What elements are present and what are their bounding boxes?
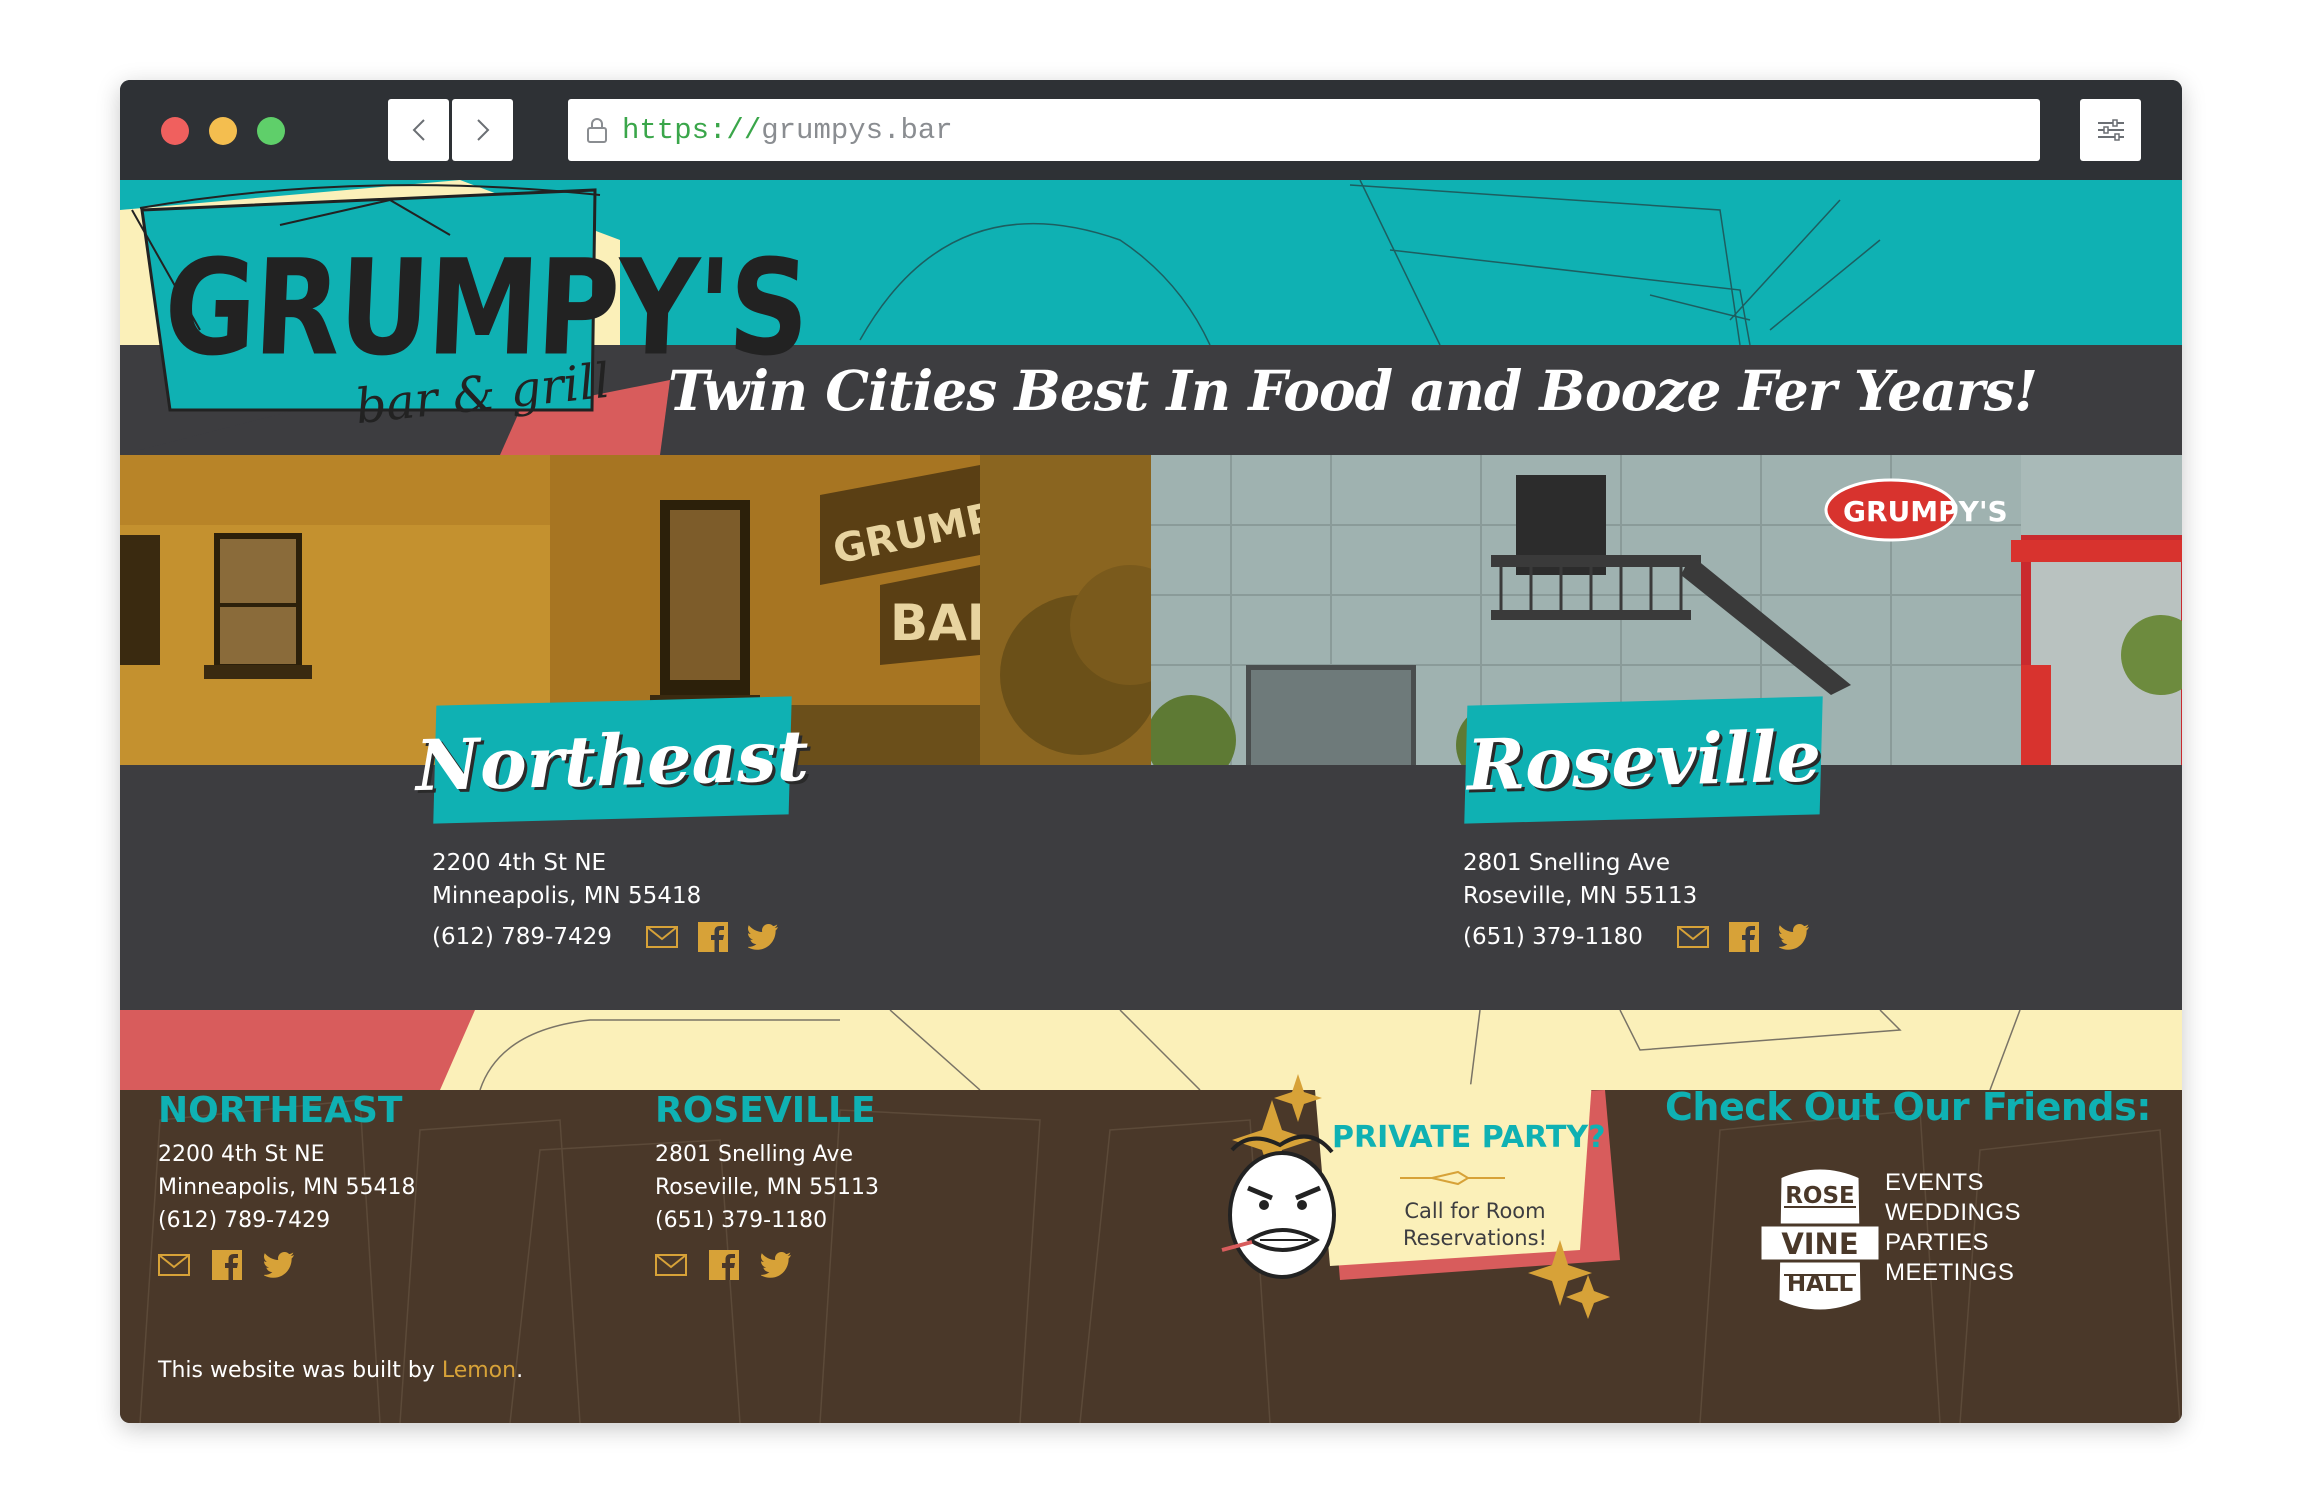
footer-roseville-line2: Roseville, MN 55113 [655,1175,880,1200]
credit-suffix: . [516,1358,524,1383]
browser-toolbar: https://grumpys.bar [120,80,2182,180]
lock-icon [586,116,608,144]
rvh-logo-line2: VINE [1781,1227,1859,1261]
site-credit: This website was built by Lemon. [158,1358,523,1383]
northeast-phone[interactable]: (612) 789-7429 [432,924,612,950]
address-bar[interactable]: https://grumpys.bar [568,99,2040,161]
private-party-title: PRIVATE PARTY? [1332,1120,1606,1155]
tagline: Twin Cities Best In Food and Booze Fer Y… [668,358,2038,423]
northeast-address-line2: Minneapolis, MN 55418 [432,883,702,909]
svg-text:GRUMPY'S: GRUMPY'S [1843,495,2008,528]
northeast-badge[interactable]: Northeast [415,696,810,824]
footer-northeast-heading: NORTHEAST [158,1090,403,1131]
forward-button[interactable] [452,99,513,161]
rvh-service-item: PARTIES [1885,1229,1989,1256]
northeast-badge-label: Northeast [415,713,811,807]
rose-vine-hall-logo[interactable]: ROSE VINE HALL [1758,1163,1882,1315]
northeast-address-line1: 2200 4th St NE [432,850,607,876]
rose-vine-hall-services[interactable]: EVENTS WEDDINGS PARTIES MEETINGS [1885,1168,2021,1288]
twitter-icon[interactable] [761,1252,791,1278]
footer-roseville-phone[interactable]: (651) 379-1180 [655,1204,879,1237]
footer-northeast-social [158,1250,294,1280]
mail-icon[interactable] [1676,926,1709,948]
facebook-icon[interactable] [212,1250,242,1280]
settings-icon [2097,119,2124,141]
forward-icon [476,119,489,141]
grumpy-face-icon [1221,1134,1336,1279]
footer-roseville-heading: ROSEVILLE [655,1090,876,1131]
browser-window: https://grumpys.bar GRUMPY'S bar & grill… [120,80,2182,1423]
settings-button[interactable] [2080,99,2141,161]
twitter-icon[interactable] [747,924,778,950]
footer-roseville-social [655,1250,791,1280]
footer-northeast-info: 2200 4th St NE Minneapolis, MN 55418 (61… [158,1138,416,1237]
rvh-logo-line3: HALL [1786,1271,1854,1297]
minimize-window-button[interactable] [209,117,237,145]
mail-icon[interactable] [645,926,678,948]
url-host: grumpys.bar [761,113,953,147]
private-party-promo[interactable]: PRIVATE PARTY? Call for Room Reservation… [1220,1070,1690,1330]
footer-northeast-phone[interactable]: (612) 789-7429 [158,1204,416,1237]
roseville-badge[interactable]: Roseville [1464,696,1823,824]
facebook-icon[interactable] [1728,922,1759,952]
rvh-service-item: EVENTS [1885,1169,1985,1196]
roseville-address-line1: 2801 Snelling Ave [1463,850,1670,876]
footer-roseville-line1: 2801 Snelling Ave [655,1142,853,1167]
twitter-icon[interactable] [264,1252,294,1278]
credit-link[interactable]: Lemon [442,1358,516,1383]
roseville-phone[interactable]: (651) 379-1180 [1463,924,1643,950]
back-button[interactable] [388,99,449,161]
rvh-service-item: MEETINGS [1885,1259,2015,1286]
roseville-address-line2: Roseville, MN 55113 [1463,883,1698,909]
close-window-button[interactable] [161,117,189,145]
northeast-address: 2200 4th St NE Minneapolis, MN 55418 [432,847,701,913]
rvh-service-item: WEDDINGS [1885,1199,2021,1226]
friends-heading: Check Out Our Friends: [1665,1085,2151,1129]
credit-prefix: This website was built by [158,1358,442,1383]
maximize-window-button[interactable] [257,117,285,145]
decorative-band [120,1010,2182,1090]
private-party-subtitle: Call for Room Reservations! [1403,1199,1547,1250]
roseville-badge-label: Roseville [1465,713,1822,807]
roseville-address: 2801 Snelling Ave Roseville, MN 55113 [1463,847,1697,913]
url-scheme: https:// [622,113,762,147]
footer-northeast-line2: Minneapolis, MN 55418 [158,1175,416,1200]
northeast-contact-row: (612) 789-7429 [432,922,778,952]
facebook-icon[interactable] [709,1250,739,1280]
roseville-contact-row: (651) 379-1180 [1463,922,1809,952]
rvh-logo-line1: ROSE [1785,1183,1855,1209]
mail-icon[interactable] [158,1254,190,1276]
facebook-icon[interactable] [697,922,728,952]
twitter-icon[interactable] [1778,924,1809,950]
footer-northeast-line1: 2200 4th St NE [158,1142,325,1167]
footer-roseville-info: 2801 Snelling Ave Roseville, MN 55113 (6… [655,1138,879,1237]
back-icon [412,119,425,141]
mail-icon[interactable] [655,1254,687,1276]
grumpys-logo[interactable]: GRUMPY'S bar & grill [120,180,811,455]
